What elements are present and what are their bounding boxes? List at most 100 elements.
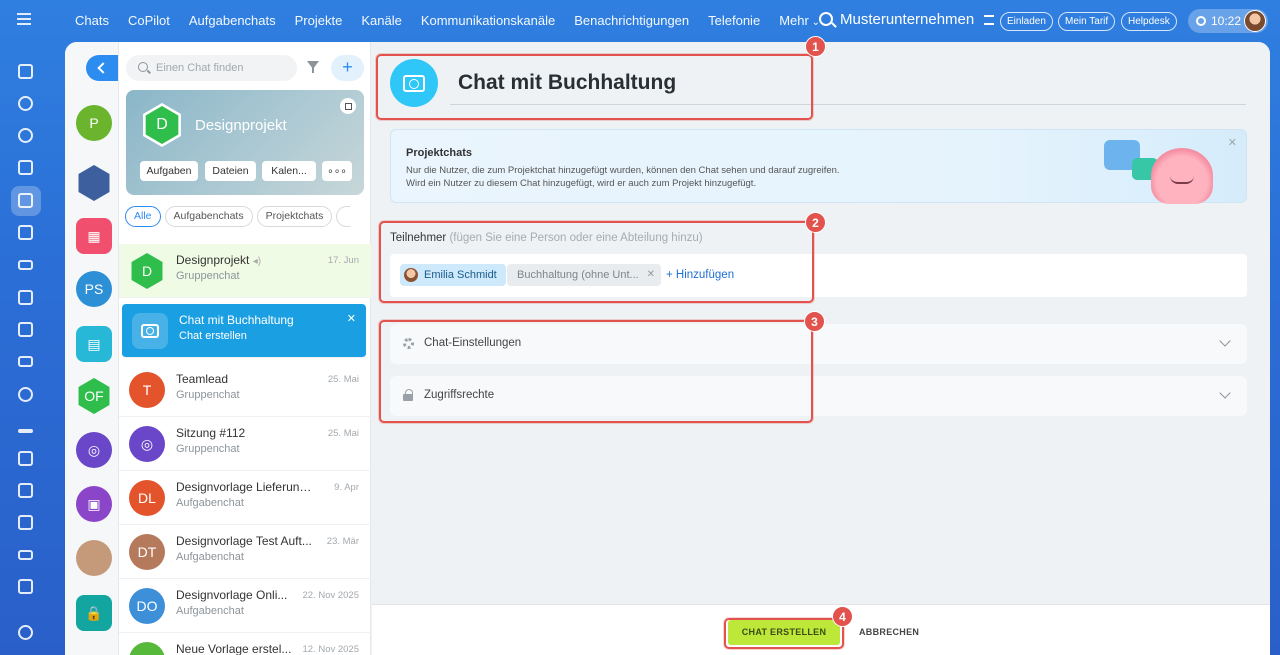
chat-type: Gruppenchat bbox=[176, 443, 240, 455]
chat-avatar: NV bbox=[129, 642, 165, 655]
chat-date: 25. Mai bbox=[327, 428, 359, 439]
project-name[interactable]: Designprojekt bbox=[195, 117, 287, 134]
chat-name: Designvorlage Onli... bbox=[176, 588, 288, 602]
project-tasks-button[interactable]: Aufgaben bbox=[140, 161, 198, 181]
chat-item-new-chat[interactable]: Chat mit Buchhaltung Chat erstellen ✕ bbox=[122, 304, 366, 358]
sign-icon[interactable] bbox=[18, 419, 34, 435]
meeting-icon: ◎ bbox=[87, 441, 101, 458]
chat-type: Aufgabenchat bbox=[176, 497, 244, 509]
chat-item-sitzung[interactable]: ◎ Sitzung #112 Gruppenchat 25. Mai bbox=[119, 417, 371, 471]
sliders-icon[interactable] bbox=[984, 15, 994, 25]
copilot-icon[interactable] bbox=[18, 96, 34, 112]
chat-name: Designvorlage Lieferung ... bbox=[176, 480, 316, 494]
chat-item-test-auftrag[interactable]: DT Designvorlage Test Auft... Aufgabench… bbox=[119, 525, 371, 579]
filter-more[interactable]: … bbox=[336, 206, 351, 227]
chat-item-teamlead[interactable]: T Teamlead Gruppenchat 25. Mai bbox=[119, 363, 371, 417]
filter-all[interactable]: Alle bbox=[125, 206, 161, 227]
docs-icon[interactable] bbox=[18, 579, 34, 595]
feed-icon[interactable] bbox=[18, 160, 34, 176]
cancel-button[interactable]: ABBRECHEN bbox=[859, 620, 919, 645]
nav-chats[interactable]: Chats bbox=[75, 13, 109, 28]
chat-item-neue-vorlage[interactable]: NV Neue Vorlage erstel... 12. Nov 2025 bbox=[119, 633, 371, 655]
clock-time: 10:22 bbox=[1211, 14, 1242, 28]
recent-avatar-6[interactable]: OF bbox=[78, 378, 110, 414]
nav-projects[interactable]: Projekte bbox=[295, 13, 343, 28]
target-icon[interactable] bbox=[18, 128, 34, 144]
chat-type: Aufgabenchat bbox=[176, 551, 244, 563]
user-avatar[interactable] bbox=[1244, 10, 1266, 32]
drive-icon[interactable] bbox=[18, 257, 34, 273]
search-icon[interactable] bbox=[819, 12, 833, 26]
crm-icon[interactable] bbox=[18, 483, 34, 499]
work-time-widget[interactable]: 10:22 bbox=[1188, 9, 1268, 33]
chat-name: Designvorlage Test Auft... bbox=[176, 534, 312, 548]
nav-copilot[interactable]: CoPilot bbox=[128, 13, 170, 28]
nav-notifications[interactable]: Benachrichtigungen bbox=[574, 13, 689, 28]
recent-avatar-4[interactable]: PS bbox=[76, 271, 112, 307]
annotation-badge-2: 2 bbox=[805, 212, 826, 233]
calendar-icon[interactable] bbox=[18, 225, 34, 241]
mail-icon[interactable] bbox=[18, 354, 34, 370]
top-navigation: Chats CoPilot Aufgabenchats Projekte Kan… bbox=[75, 13, 839, 28]
lock-icon: 🔒 bbox=[85, 604, 103, 621]
chat-item-lieferung[interactable]: DL Designvorlage Lieferung ... Aufgabenc… bbox=[119, 471, 371, 525]
nav-channels[interactable]: Kanäle bbox=[361, 13, 401, 28]
inventory-icon[interactable] bbox=[18, 515, 34, 531]
chat-date: 17. Jun bbox=[327, 255, 359, 266]
muted-icon: ◂) bbox=[252, 256, 262, 267]
annotation-badge-4: 4 bbox=[832, 606, 853, 627]
nav-telephony[interactable]: Telefonie bbox=[708, 13, 760, 28]
project-avatar: D bbox=[143, 103, 181, 147]
chat-search-input[interactable] bbox=[156, 59, 291, 77]
recent-avatar-7[interactable]: ◎ bbox=[76, 432, 112, 468]
settings-icon[interactable] bbox=[18, 625, 34, 641]
helpdesk-button[interactable]: Helpdesk bbox=[1121, 12, 1177, 31]
close-icon[interactable]: ✕ bbox=[347, 312, 356, 325]
chat-avatar: DO bbox=[129, 588, 165, 624]
chat-avatar: T bbox=[129, 372, 165, 408]
recent-avatar-10[interactable]: 🔒 bbox=[76, 595, 112, 631]
recent-avatar-5[interactable]: ▤ bbox=[76, 326, 112, 362]
chat-date: 9. Apr bbox=[334, 482, 359, 493]
chat-search[interactable] bbox=[126, 55, 297, 81]
nav-task-chats[interactable]: Aufgabenchats bbox=[189, 13, 276, 28]
recent-avatar-1[interactable]: P bbox=[76, 105, 112, 141]
recent-avatar-8[interactable]: ▣ bbox=[76, 486, 112, 522]
chat-icon[interactable] bbox=[18, 193, 34, 209]
project-more-button[interactable]: ∘∘∘ bbox=[322, 161, 352, 181]
nav-communication-channels[interactable]: Kommunikationskanäle bbox=[421, 13, 555, 28]
menu-icon[interactable] bbox=[17, 13, 31, 25]
annotation-frame-4 bbox=[724, 618, 844, 649]
tasks-icon[interactable] bbox=[18, 322, 34, 338]
sites-icon[interactable] bbox=[18, 387, 34, 403]
open-external-icon[interactable] bbox=[340, 98, 356, 114]
my-plan-button[interactable]: Mein Tarif bbox=[1058, 12, 1116, 31]
annotation-badge-3: 3 bbox=[804, 311, 825, 332]
contacts-icon[interactable] bbox=[18, 290, 34, 306]
funnel-icon[interactable] bbox=[18, 451, 34, 467]
new-chat-button[interactable]: + bbox=[331, 55, 364, 81]
filter-icon[interactable] bbox=[307, 61, 319, 73]
clock-icon bbox=[1196, 16, 1206, 26]
nav-more[interactable]: Mehr bbox=[779, 13, 820, 28]
invite-button[interactable]: Einladen bbox=[1000, 12, 1053, 31]
company-name[interactable]: Musterunternehmen bbox=[840, 11, 974, 28]
recent-avatar-2[interactable] bbox=[78, 165, 110, 201]
recent-avatar-9[interactable] bbox=[76, 540, 112, 576]
collapse-button[interactable] bbox=[86, 55, 118, 81]
home-icon[interactable] bbox=[18, 64, 34, 80]
close-icon[interactable]: ✕ bbox=[1228, 136, 1237, 149]
info-text: Nur die Nutzer, die zum Projektchat hinz… bbox=[406, 165, 840, 189]
project-files-button[interactable]: Dateien bbox=[205, 161, 256, 181]
chat-date: 12. Nov 2025 bbox=[302, 644, 359, 655]
recent-avatar-3[interactable]: ▦ bbox=[76, 218, 112, 254]
shop-icon[interactable] bbox=[18, 547, 34, 563]
chat-avatar: DL bbox=[129, 480, 165, 516]
project-calendar-button[interactable]: Kalen... bbox=[262, 161, 316, 181]
filter-project-chats[interactable]: Projektchats bbox=[256, 206, 333, 227]
chat-item-designprojekt[interactable]: D Designprojekt ◂) Gruppenchat 17. Jun bbox=[119, 244, 371, 298]
left-icon-rail bbox=[0, 42, 52, 655]
chat-item-online[interactable]: DO Designvorlage Onli... Aufgabenchat 22… bbox=[119, 579, 371, 633]
filter-task-chats[interactable]: Aufgabenchats bbox=[164, 206, 253, 227]
camera-icon bbox=[141, 324, 159, 338]
